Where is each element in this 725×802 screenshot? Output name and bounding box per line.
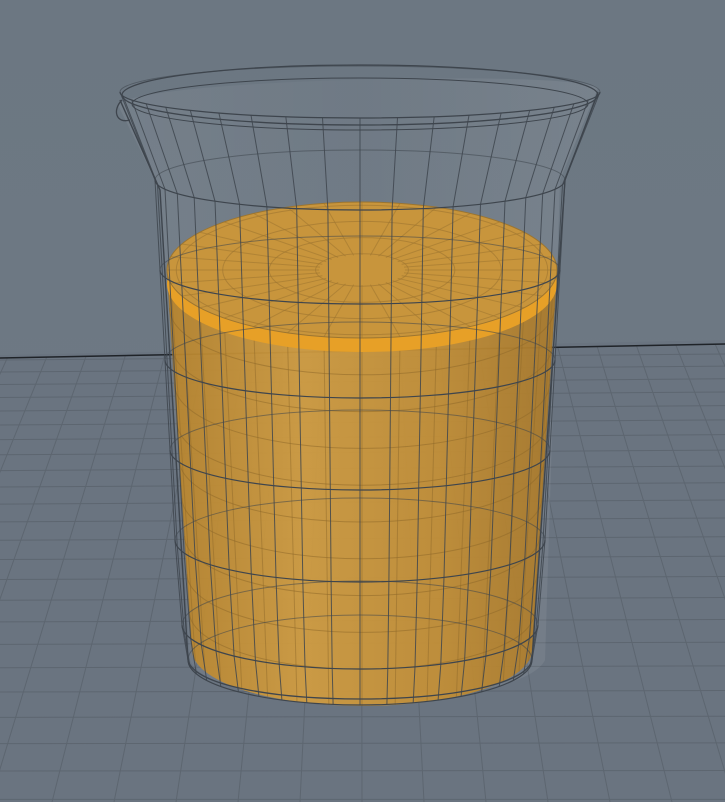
3d-viewport[interactable] bbox=[0, 0, 725, 802]
scene-canvas[interactable] bbox=[0, 0, 725, 802]
liquid bbox=[166, 201, 558, 706]
